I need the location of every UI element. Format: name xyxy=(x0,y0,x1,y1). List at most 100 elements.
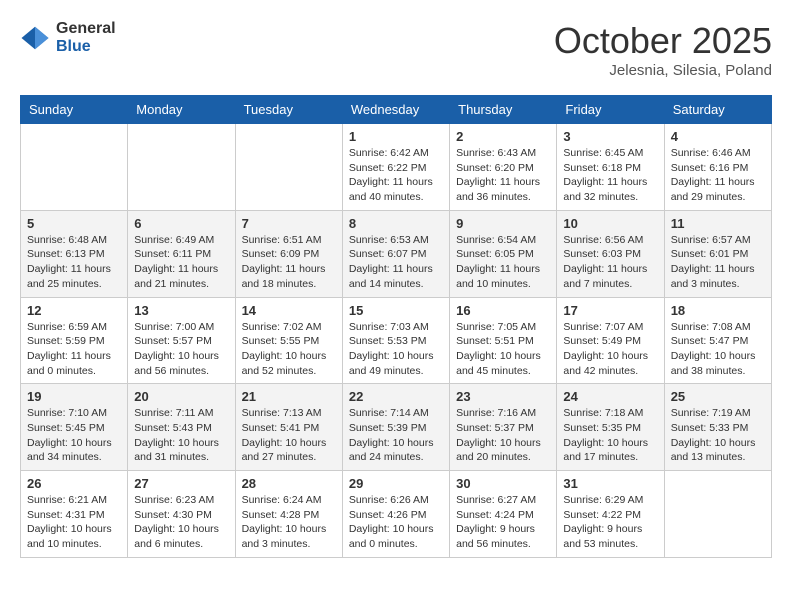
day-info: Sunrise: 6:54 AM Sunset: 6:05 PM Dayligh… xyxy=(456,233,550,292)
day-info: Sunrise: 6:57 AM Sunset: 6:01 PM Dayligh… xyxy=(671,233,765,292)
day-number: 22 xyxy=(349,389,443,404)
location-text: Jelesnia, Silesia, Poland xyxy=(554,62,772,79)
calendar-table: SundayMondayTuesdayWednesdayThursdayFrid… xyxy=(20,95,772,558)
day-info: Sunrise: 6:27 AM Sunset: 4:24 PM Dayligh… xyxy=(456,493,550,552)
day-info: Sunrise: 6:59 AM Sunset: 5:59 PM Dayligh… xyxy=(27,320,121,379)
day-number: 17 xyxy=(563,303,657,318)
logo-text: General Blue xyxy=(56,20,116,55)
day-cell xyxy=(235,124,342,211)
day-info: Sunrise: 7:11 AM Sunset: 5:43 PM Dayligh… xyxy=(134,406,228,465)
day-cell: 21 Sunrise: 7:13 AM Sunset: 5:41 PM Dayli… xyxy=(235,384,342,471)
day-number: 16 xyxy=(456,303,550,318)
day-number: 19 xyxy=(27,389,121,404)
day-number: 18 xyxy=(671,303,765,318)
day-info: Sunrise: 6:45 AM Sunset: 6:18 PM Dayligh… xyxy=(563,146,657,205)
day-cell: 31 Sunrise: 6:29 AM Sunset: 4:22 PM Dayli… xyxy=(557,471,664,558)
month-title: October 2025 xyxy=(554,20,772,62)
day-info: Sunrise: 7:07 AM Sunset: 5:49 PM Dayligh… xyxy=(563,320,657,379)
day-number: 9 xyxy=(456,216,550,231)
header-cell-friday: Friday xyxy=(557,96,664,124)
day-number: 3 xyxy=(563,129,657,144)
day-info: Sunrise: 7:19 AM Sunset: 5:33 PM Dayligh… xyxy=(671,406,765,465)
day-number: 27 xyxy=(134,476,228,491)
day-number: 4 xyxy=(671,129,765,144)
day-number: 15 xyxy=(349,303,443,318)
day-cell xyxy=(128,124,235,211)
day-cell: 9 Sunrise: 6:54 AM Sunset: 6:05 PM Daylig… xyxy=(450,210,557,297)
day-info: Sunrise: 7:08 AM Sunset: 5:47 PM Dayligh… xyxy=(671,320,765,379)
day-number: 30 xyxy=(456,476,550,491)
day-number: 24 xyxy=(563,389,657,404)
day-cell: 27Sunrise: 6:23 AM Sunset: 4:30 PM Dayli… xyxy=(128,471,235,558)
day-info: Sunrise: 7:14 AM Sunset: 5:39 PM Dayligh… xyxy=(349,406,443,465)
day-number: 6 xyxy=(134,216,228,231)
day-cell: 2 Sunrise: 6:43 AM Sunset: 6:20 PM Daylig… xyxy=(450,124,557,211)
day-info: Sunrise: 7:03 AM Sunset: 5:53 PM Dayligh… xyxy=(349,320,443,379)
title-block: October 2025 Jelesnia, Silesia, Poland xyxy=(554,20,772,79)
day-number: 7 xyxy=(242,216,336,231)
day-info: Sunrise: 6:48 AM Sunset: 6:13 PM Dayligh… xyxy=(27,233,121,292)
day-cell: 25Sunrise: 7:19 AM Sunset: 5:33 PM Dayli… xyxy=(664,384,771,471)
day-info: Sunrise: 7:10 AM Sunset: 5:45 PM Dayligh… xyxy=(27,406,121,465)
day-cell: 11 Sunrise: 6:57 AM Sunset: 6:01 PM Dayli… xyxy=(664,210,771,297)
day-cell: 18 Sunrise: 7:08 AM Sunset: 5:47 PM Dayli… xyxy=(664,297,771,384)
day-cell: 14 Sunrise: 7:02 AM Sunset: 5:55 PM Dayli… xyxy=(235,297,342,384)
logo: General Blue xyxy=(20,20,116,55)
day-info: Sunrise: 6:53 AM Sunset: 6:07 PM Dayligh… xyxy=(349,233,443,292)
day-number: 26 xyxy=(27,476,121,491)
day-cell: 28Sunrise: 6:24 AM Sunset: 4:28 PM Dayli… xyxy=(235,471,342,558)
day-info: Sunrise: 6:46 AM Sunset: 6:16 PM Dayligh… xyxy=(671,146,765,205)
day-number: 1 xyxy=(349,129,443,144)
day-info: Sunrise: 7:13 AM Sunset: 5:41 PM Dayligh… xyxy=(242,406,336,465)
day-cell xyxy=(664,471,771,558)
day-number: 11 xyxy=(671,216,765,231)
day-cell: 1 Sunrise: 6:42 AM Sunset: 6:22 PM Daylig… xyxy=(342,124,449,211)
day-cell: 8 Sunrise: 6:53 AM Sunset: 6:07 PM Daylig… xyxy=(342,210,449,297)
day-cell: 20 Sunrise: 7:11 AM Sunset: 5:43 PM Dayli… xyxy=(128,384,235,471)
day-info: Sunrise: 6:42 AM Sunset: 6:22 PM Dayligh… xyxy=(349,146,443,205)
day-cell: 29 Sunrise: 6:26 AM Sunset: 4:26 PM Dayli… xyxy=(342,471,449,558)
page-header: General Blue October 2025 Jelesnia, Sile… xyxy=(20,20,772,79)
day-number: 14 xyxy=(242,303,336,318)
day-info: Sunrise: 6:29 AM Sunset: 4:22 PM Dayligh… xyxy=(563,493,657,552)
day-cell: 26 Sunrise: 6:21 AM Sunset: 4:31 PM Dayli… xyxy=(21,471,128,558)
day-cell: 23 Sunrise: 7:16 AM Sunset: 5:37 PM Dayli… xyxy=(450,384,557,471)
header-cell-thursday: Thursday xyxy=(450,96,557,124)
day-cell: 19 Sunrise: 7:10 AM Sunset: 5:45 PM Dayli… xyxy=(21,384,128,471)
day-number: 13 xyxy=(134,303,228,318)
day-info: Sunrise: 6:56 AM Sunset: 6:03 PM Dayligh… xyxy=(563,233,657,292)
day-number: 20 xyxy=(134,389,228,404)
day-number: 21 xyxy=(242,389,336,404)
day-info: Sunrise: 7:02 AM Sunset: 5:55 PM Dayligh… xyxy=(242,320,336,379)
day-cell: 15 Sunrise: 7:03 AM Sunset: 5:53 PM Dayli… xyxy=(342,297,449,384)
day-number: 2 xyxy=(456,129,550,144)
week-row-1: 1 Sunrise: 6:42 AM Sunset: 6:22 PM Daylig… xyxy=(21,124,772,211)
week-row-3: 12Sunrise: 6:59 AM Sunset: 5:59 PM Dayli… xyxy=(21,297,772,384)
day-cell: 16 Sunrise: 7:05 AM Sunset: 5:51 PM Dayli… xyxy=(450,297,557,384)
day-number: 31 xyxy=(563,476,657,491)
logo-general-text: General xyxy=(56,20,116,38)
day-cell: 22 Sunrise: 7:14 AM Sunset: 5:39 PM Dayli… xyxy=(342,384,449,471)
header-cell-wednesday: Wednesday xyxy=(342,96,449,124)
day-info: Sunrise: 7:16 AM Sunset: 5:37 PM Dayligh… xyxy=(456,406,550,465)
week-row-4: 19 Sunrise: 7:10 AM Sunset: 5:45 PM Dayli… xyxy=(21,384,772,471)
day-cell: 6Sunrise: 6:49 AM Sunset: 6:11 PM Daylig… xyxy=(128,210,235,297)
header-row: SundayMondayTuesdayWednesdayThursdayFrid… xyxy=(21,96,772,124)
day-info: Sunrise: 7:18 AM Sunset: 5:35 PM Dayligh… xyxy=(563,406,657,465)
day-cell: 4 Sunrise: 6:46 AM Sunset: 6:16 PM Daylig… xyxy=(664,124,771,211)
day-number: 8 xyxy=(349,216,443,231)
day-info: Sunrise: 6:43 AM Sunset: 6:20 PM Dayligh… xyxy=(456,146,550,205)
day-info: Sunrise: 6:26 AM Sunset: 4:26 PM Dayligh… xyxy=(349,493,443,552)
day-cell: 17 Sunrise: 7:07 AM Sunset: 5:49 PM Dayli… xyxy=(557,297,664,384)
calendar-header: SundayMondayTuesdayWednesdayThursdayFrid… xyxy=(21,96,772,124)
week-row-2: 5Sunrise: 6:48 AM Sunset: 6:13 PM Daylig… xyxy=(21,210,772,297)
day-number: 10 xyxy=(563,216,657,231)
day-cell: 12Sunrise: 6:59 AM Sunset: 5:59 PM Dayli… xyxy=(21,297,128,384)
day-cell: 10 Sunrise: 6:56 AM Sunset: 6:03 PM Dayli… xyxy=(557,210,664,297)
day-info: Sunrise: 6:21 AM Sunset: 4:31 PM Dayligh… xyxy=(27,493,121,552)
logo-icon xyxy=(20,23,50,53)
day-number: 29 xyxy=(349,476,443,491)
header-cell-tuesday: Tuesday xyxy=(235,96,342,124)
day-info: Sunrise: 7:05 AM Sunset: 5:51 PM Dayligh… xyxy=(456,320,550,379)
day-number: 23 xyxy=(456,389,550,404)
